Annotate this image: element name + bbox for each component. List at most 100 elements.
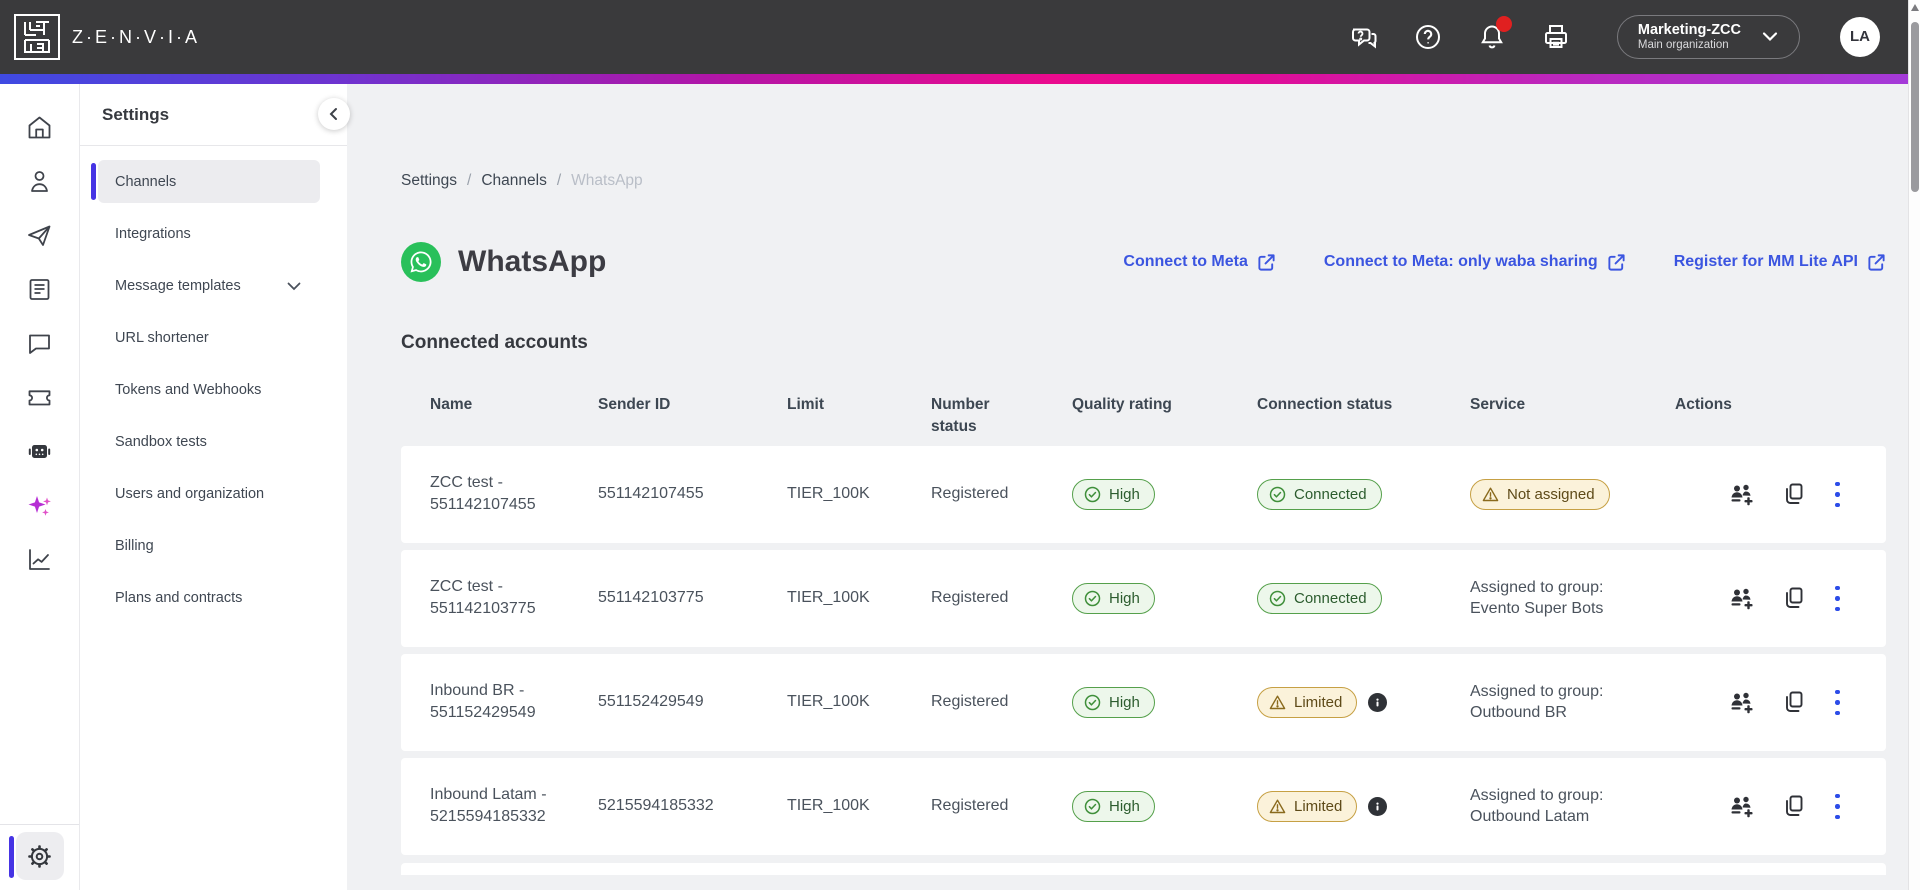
sidebar-title: Settings	[80, 84, 347, 146]
sidebar-item-label: Message templates	[115, 277, 241, 294]
send-icon[interactable]	[18, 208, 62, 262]
connection-label: Connected	[1294, 485, 1367, 503]
table-row-partial	[401, 862, 1886, 875]
topbar: Z·E·N·V·I·A Marketing-ZCC Main organizat…	[0, 0, 1908, 74]
sidebar-collapse-button[interactable]	[318, 98, 350, 130]
limit: TIER_100K	[787, 485, 870, 503]
gear-icon[interactable]	[15, 832, 64, 880]
chat-question-icon[interactable]	[1347, 20, 1381, 54]
table-row: ZCC test - 551142107455 551142107455 TIE…	[401, 445, 1886, 543]
warning-triangle-icon	[1482, 487, 1499, 501]
copy-icon[interactable]	[1781, 689, 1807, 715]
notifications-bell-icon[interactable]	[1475, 15, 1512, 54]
quality-badge: High	[1072, 686, 1155, 718]
account-name: ZCC test - 551142103775	[430, 578, 536, 618]
bot-icon[interactable]	[18, 424, 62, 478]
check-circle-icon	[1084, 694, 1101, 710]
kebab-menu-icon[interactable]	[1831, 480, 1844, 510]
service-line2: Outbound Latam	[1470, 808, 1590, 826]
info-icon[interactable]	[1368, 796, 1388, 816]
sidebar-item-integrations[interactable]: Integrations	[98, 212, 320, 255]
manage-users-icon[interactable]	[1727, 585, 1757, 612]
manage-users-icon[interactable]	[1727, 793, 1757, 820]
copy-icon[interactable]	[1781, 585, 1807, 611]
table-header: Name Sender ID Limit Number status Quali…	[401, 394, 1886, 439]
account-name: Inbound Latam - 5215594185332	[430, 786, 547, 826]
service-label: Not assigned	[1507, 485, 1595, 503]
actions-cell	[1675, 584, 1886, 614]
kebab-menu-icon[interactable]	[1831, 584, 1844, 614]
column-header-name: Name	[430, 396, 473, 413]
table-row: ZCC test - 551142103775 551142103775 TIE…	[401, 549, 1886, 647]
settings-sidebar: Settings Channels Integrations Message t…	[80, 84, 347, 890]
connect-to-meta-link[interactable]: Connect to Meta	[1123, 253, 1275, 272]
scrollbar-up-arrow[interactable]	[1911, 4, 1919, 11]
actions-cell	[1675, 792, 1886, 822]
ticket-icon[interactable]	[18, 370, 62, 424]
copy-icon[interactable]	[1781, 481, 1807, 507]
account-name: Inbound BR - 551152429549	[430, 682, 536, 722]
info-icon[interactable]	[1368, 692, 1388, 712]
manage-users-icon[interactable]	[1727, 481, 1757, 508]
check-circle-icon	[1084, 486, 1101, 502]
register-mm-lite-api-link[interactable]: Register for MM Lite API	[1674, 253, 1886, 272]
quality-label: High	[1109, 589, 1140, 607]
sidebar-item-label: Users and organization	[115, 485, 265, 502]
column-header-service: Service	[1470, 396, 1526, 413]
sidebar-item-tokens-and-webhooks[interactable]: Tokens and Webhooks	[98, 368, 320, 411]
actions-cell	[1675, 688, 1886, 718]
documents-icon[interactable]	[18, 262, 62, 316]
manage-users-icon[interactable]	[1727, 689, 1757, 716]
ai-sparkles-icon[interactable]	[18, 478, 62, 532]
quality-badge: High	[1072, 582, 1155, 614]
sender-id: 551152429549	[598, 693, 704, 711]
sidebar-item-plans-and-contracts[interactable]: Plans and contracts	[98, 576, 320, 619]
page-scrollbar[interactable]	[1908, 0, 1920, 890]
connection-label: Limited	[1294, 693, 1343, 711]
breadcrumb: Settings / Channels / WhatsApp	[401, 172, 1886, 190]
sidebar-item-url-shortener[interactable]: URL shortener	[98, 316, 320, 359]
external-link-icon	[1868, 253, 1885, 271]
limit: TIER_100K	[787, 693, 870, 711]
sidebar-item-message-templates[interactable]: Message templates	[98, 264, 320, 307]
scrollbar-thumb[interactable]	[1910, 22, 1919, 192]
kebab-menu-icon[interactable]	[1831, 688, 1844, 718]
sidebar-item-sandbox-tests[interactable]: Sandbox tests	[98, 420, 320, 463]
organization-selector[interactable]: Marketing-ZCC Main organization	[1616, 14, 1800, 60]
service-line2: Evento Super Bots	[1470, 600, 1604, 618]
printer-icon[interactable]	[1539, 20, 1573, 54]
connection-badge: Limited	[1257, 790, 1358, 822]
quality-badge: High	[1072, 478, 1155, 510]
sidebar-item-users-and-organization[interactable]: Users and organization	[98, 472, 320, 515]
organization-name: Marketing-ZCC	[1637, 21, 1741, 38]
number-status: Registered	[931, 693, 1009, 711]
connect-to-meta-waba-sharing-link[interactable]: Connect to Meta: only waba sharing	[1324, 253, 1626, 272]
contacts-icon[interactable]	[18, 154, 62, 208]
home-icon[interactable]	[18, 100, 62, 154]
brand-wordmark: Z·E·N·V·I·A	[72, 26, 200, 47]
breadcrumb-whatsapp: WhatsApp	[571, 172, 643, 189]
kebab-menu-icon[interactable]	[1831, 792, 1844, 822]
table-row: Inbound BR - 551152429549 551152429549 T…	[401, 653, 1886, 751]
column-header-actions: Actions	[1675, 396, 1732, 413]
quality-label: High	[1109, 693, 1140, 711]
quality-label: High	[1109, 797, 1140, 815]
breadcrumb-channels[interactable]: Channels	[481, 172, 547, 190]
breadcrumb-settings[interactable]: Settings	[401, 172, 457, 190]
column-header-sender-id: Sender ID	[598, 396, 671, 413]
zenvia-logo[interactable]: Z·E·N·V·I·A	[14, 14, 200, 60]
help-icon[interactable]	[1411, 20, 1445, 54]
copy-icon[interactable]	[1781, 793, 1807, 819]
warning-triangle-icon	[1269, 695, 1286, 710]
analytics-icon[interactable]	[18, 532, 62, 586]
link-label: Connect to Meta: only waba sharing	[1323, 253, 1598, 270]
connection-status-cell: Limited	[1257, 686, 1470, 718]
connection-badge: Connected	[1257, 478, 1382, 510]
number-status: Registered	[931, 485, 1009, 503]
connection-status-cell: Connected	[1257, 582, 1470, 614]
chat-icon[interactable]	[18, 316, 62, 370]
sidebar-item-channels[interactable]: Channels	[91, 160, 320, 203]
brand-gradient-bar	[0, 74, 1908, 84]
user-avatar[interactable]: LA	[1840, 16, 1880, 57]
sidebar-item-billing[interactable]: Billing	[98, 524, 320, 567]
